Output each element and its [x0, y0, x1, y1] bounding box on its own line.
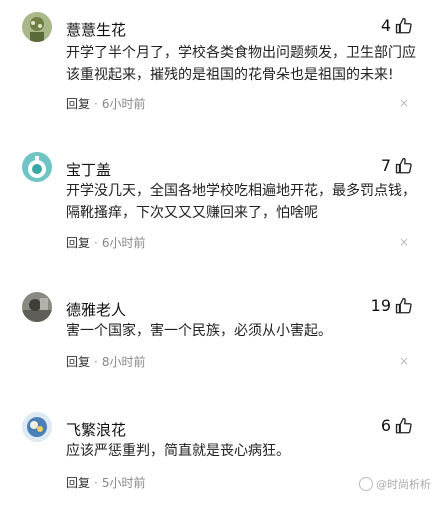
- username[interactable]: 飞繁浪花: [66, 419, 126, 440]
- avatar-image-icon: [22, 292, 52, 322]
- comment-list: 薏薏生花 4 开学了半个月了，学校各类食物出问题频发，卫生部门应该重视起来，摧残…: [0, 0, 439, 506]
- username[interactable]: 德雅老人: [66, 299, 126, 320]
- avatar[interactable]: [22, 412, 52, 442]
- comment-item: 宝丁盖 7 开学没几天，全国各地学校吃相遍地开花，最多罚点钱，隔靴搔痒，下次又又…: [0, 152, 439, 272]
- comment-text: 害一个国家，害一个民族，必须从小害起。: [66, 323, 332, 339]
- thumbs-up-icon: [395, 417, 412, 433]
- timestamp: 8小时前: [101, 355, 146, 369]
- separator-dot: ·: [94, 354, 98, 369]
- close-icon[interactable]: ×: [399, 235, 409, 249]
- thumbs-up-icon: [395, 157, 412, 173]
- like-count: 6: [380, 416, 391, 435]
- watermark-logo-icon: [359, 477, 373, 491]
- reply-button[interactable]: 回复: [66, 353, 90, 370]
- thumbs-up-icon: [395, 297, 412, 313]
- separator-dot: ·: [94, 475, 98, 490]
- watermark-text: @时尚析析: [376, 478, 431, 491]
- like-count: 19: [370, 296, 391, 315]
- comment-text: 应该严惩重判，简直就是丧心病狂。: [66, 443, 290, 459]
- avatar-image-icon: [22, 12, 52, 42]
- timestamp: 6小时前: [101, 236, 146, 250]
- avatar[interactable]: [22, 152, 52, 182]
- separator-dot: ·: [94, 96, 98, 111]
- like-count: 4: [380, 16, 391, 35]
- like-button[interactable]: 4: [381, 16, 413, 35]
- reply-button[interactable]: 回复: [66, 95, 90, 112]
- avatar-image-icon: [22, 412, 52, 442]
- comment-text: 开学没几天，全国各地学校吃相遍地开花，最多罚点钱，隔靴搔痒，下次又又又赚回来了，…: [66, 183, 416, 221]
- avatar[interactable]: [22, 292, 52, 322]
- like-count: 7: [380, 156, 391, 175]
- reply-button[interactable]: 回复: [66, 474, 90, 491]
- username[interactable]: 薏薏生花: [66, 19, 126, 40]
- watermark: @时尚析析: [359, 476, 431, 492]
- comment-text: 开学了半个月了，学校各类食物出问题频发，卫生部门应该重视起来，摧残的是祖国的花骨…: [66, 45, 416, 83]
- reply-button[interactable]: 回复: [66, 234, 90, 251]
- close-icon[interactable]: ×: [399, 96, 409, 110]
- avatar[interactable]: [22, 12, 52, 42]
- comment-item: 德雅老人 19 害一个国家，害一个民族，必须从小害起。 回复 · 8小时前 ×: [0, 292, 439, 392]
- timestamp: 6小时前: [101, 97, 146, 111]
- like-button[interactable]: 19: [371, 296, 413, 315]
- avatar-image-icon: [22, 152, 52, 182]
- separator-dot: ·: [94, 235, 98, 250]
- thumbs-up-icon: [395, 17, 412, 33]
- comment-item: 薏薏生花 4 开学了半个月了，学校各类食物出问题频发，卫生部门应该重视起来，摧残…: [0, 12, 439, 132]
- comment-meta: 回复 · 5小时前: [66, 474, 145, 491]
- like-button[interactable]: 7: [381, 156, 413, 175]
- username[interactable]: 宝丁盖: [66, 159, 111, 180]
- timestamp: 5小时前: [101, 476, 146, 490]
- like-button[interactable]: 6: [381, 416, 413, 435]
- comment-meta: 回复 · 6小时前: [66, 234, 145, 251]
- comment-meta: 回复 · 8小时前: [66, 353, 145, 370]
- comment-meta: 回复 · 6小时前: [66, 95, 145, 112]
- close-icon[interactable]: ×: [399, 354, 409, 368]
